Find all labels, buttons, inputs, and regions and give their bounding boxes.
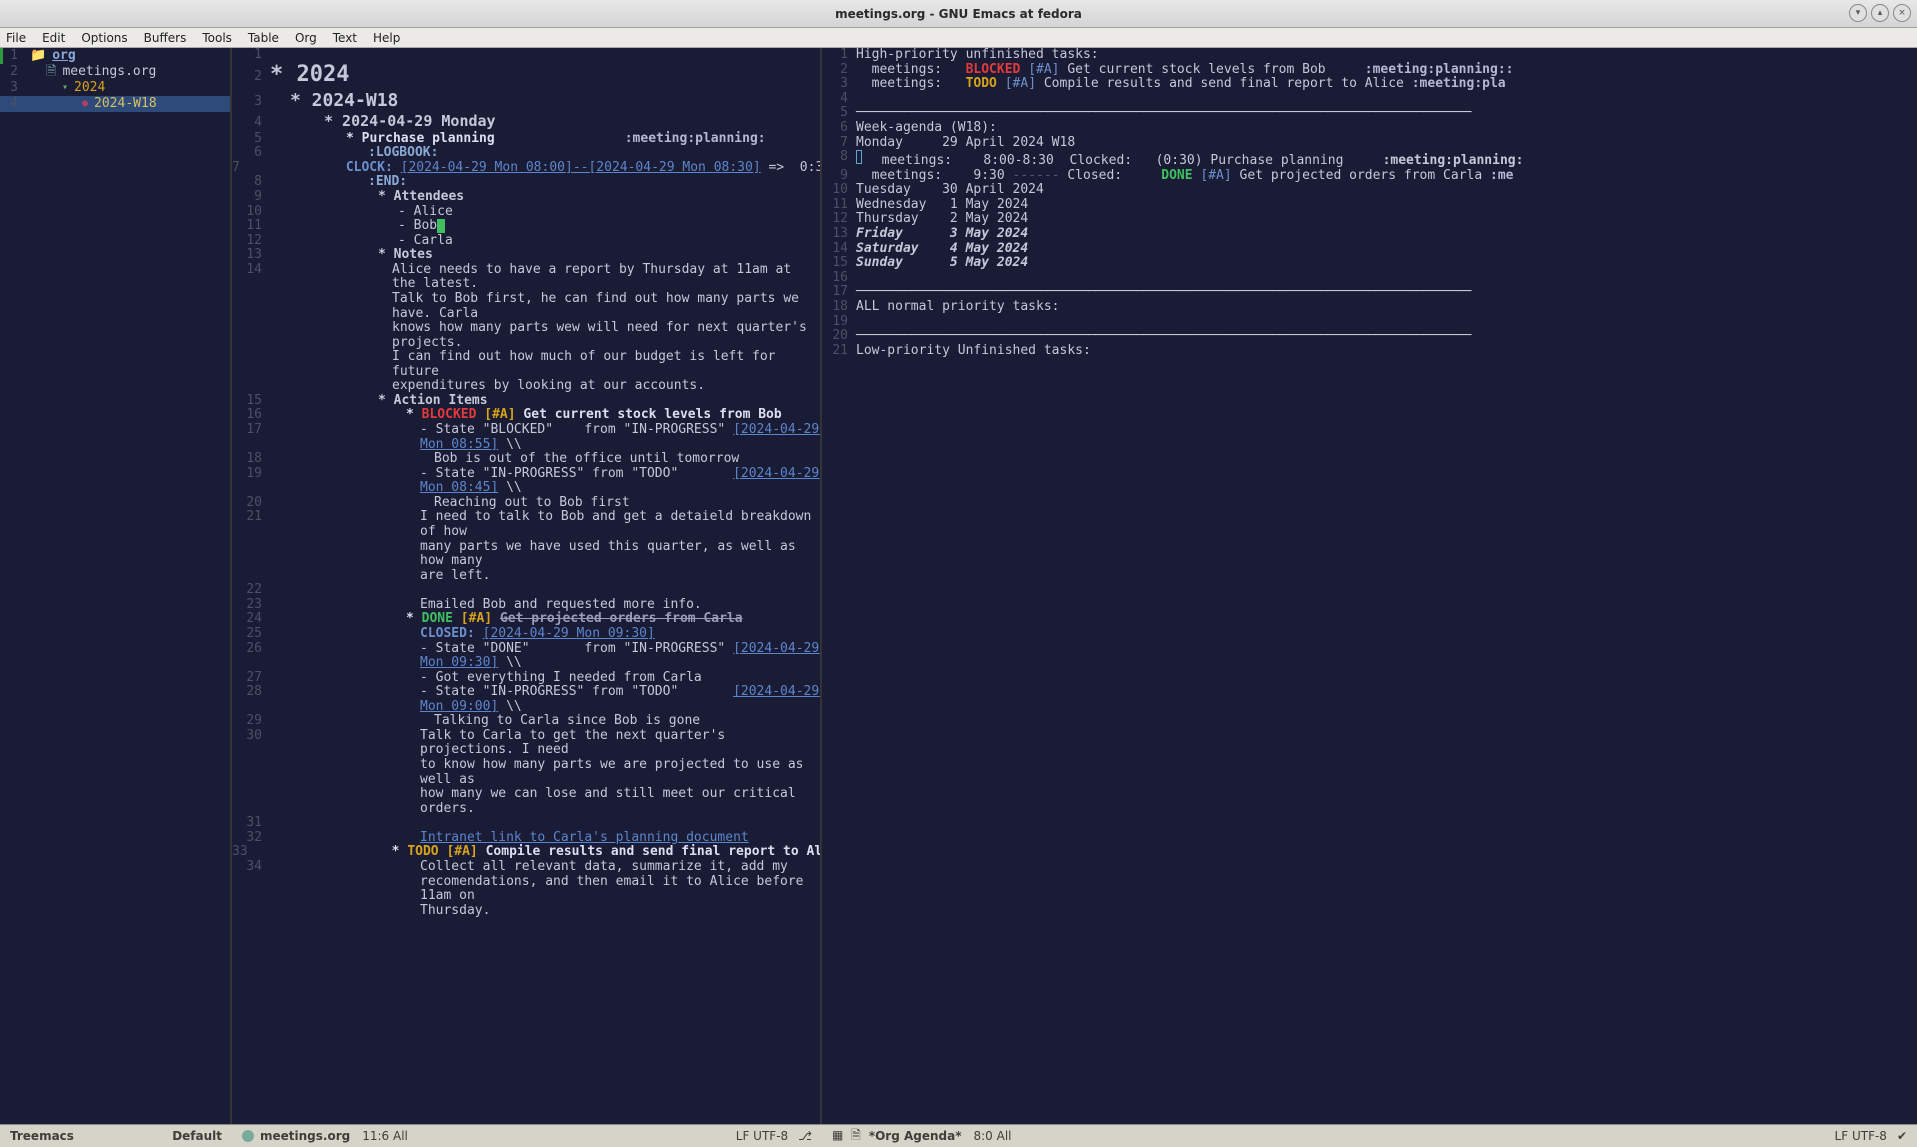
log-note: Bob is out of the office until tomorrow <box>270 452 820 467</box>
agenda-current-marker <box>856 150 862 164</box>
modeline: Treemacs Default meetings.org 11:6 All L… <box>0 1124 1917 1147</box>
agenda-separator: ────────────────────────────────────────… <box>856 106 1917 121</box>
agenda-separator: ────────────────────────────────────────… <box>856 285 1917 300</box>
agenda-day-friday[interactable]: Friday 3 May 2024 <box>856 227 1917 242</box>
heading-2024[interactable]: * 2024 <box>270 63 820 91</box>
logbook-end[interactable]: :END: <box>368 174 407 189</box>
window-title: meetings.org - GNU Emacs at fedora <box>835 7 1082 21</box>
intranet-link[interactable]: Intranet link to Carla's planning docume… <box>420 830 749 845</box>
treemacs-pane[interactable]: 1 📁 org 2 🗎 meetings.org 3 ▾ 2024 4 ● 2024-W… <box>0 48 232 1124</box>
agenda-item[interactable]: Compile results and send final report to… <box>1036 76 1412 91</box>
item-body: Talk to Carla to get the next quarter's … <box>270 729 820 816</box>
tags: :meeting:planning: <box>625 131 766 146</box>
line-number: 1 <box>0 49 26 64</box>
agenda-pane[interactable]: 1High-priority unfinished tasks: 2 meeti… <box>822 48 1917 1124</box>
menu-org[interactable]: Org <box>295 31 317 45</box>
expand-icon[interactable]: ▾ <box>62 82 68 94</box>
agenda-section-header: High-priority unfinished tasks: <box>856 48 1917 63</box>
timestamp[interactable]: [2024-04-29 Mon 09:30] <box>483 626 655 641</box>
clock-keyword: CLOCK: <box>346 160 401 175</box>
minimize-button[interactable]: ▾ <box>1849 4 1867 22</box>
cursor-position: 11:6 All <box>362 1129 408 1143</box>
agenda-ml-icons: ▦ 🗎 <box>832 1126 863 1147</box>
todo-state-done[interactable]: DONE <box>422 611 453 626</box>
timestamp[interactable]: [2024-04-29 Mon 08:00] <box>401 160 573 175</box>
tree-year[interactable]: 2024 <box>74 81 105 96</box>
notes-body: Alice needs to have a report by Thursday… <box>270 263 820 394</box>
maximize-button[interactable]: ▴ <box>1871 4 1889 22</box>
main-buffer[interactable]: 1 2* 2024 3* 2024-W18 4* 2024-04-29 Mond… <box>232 48 822 1124</box>
action-todo-title[interactable]: Compile results and send final report to… <box>486 844 822 859</box>
line-number: 4 <box>0 97 26 112</box>
menu-help[interactable]: Help <box>373 31 400 45</box>
modeline-agenda: ▦ 🗎 *Org Agenda* 8:0 All LF UTF-8 ✔ <box>822 1124 1917 1147</box>
agenda-item[interactable]: meetings: 8:00-8:30 Clocked: (0:30) Purc… <box>866 153 1383 168</box>
timestamp[interactable]: [2024-04-29 Mon 08:30] <box>588 160 760 175</box>
list-item: - Bob <box>398 218 437 233</box>
menubar[interactable]: File Edit Options Buffers Tools Table Or… <box>0 28 1917 48</box>
agenda-separator: ────────────────────────────────────────… <box>856 329 1917 344</box>
line-number: 2 <box>0 65 26 80</box>
encoding: LF UTF-8 <box>736 1129 788 1143</box>
log-note: Talking to Carla since Bob is gone <box>270 714 820 729</box>
log-note: - Got everything I needed from Carla <box>270 671 820 686</box>
todo-state-todo[interactable]: TODO <box>407 844 438 859</box>
action-blocked-title[interactable]: Get current stock levels from Bob <box>523 407 781 422</box>
todo-state-blocked[interactable]: BLOCKED <box>422 407 477 422</box>
heading-attendees[interactable]: * Attendees <box>270 190 820 205</box>
agenda-day-monday[interactable]: Monday 29 April 2024 W18 <box>856 136 1917 151</box>
menu-tools[interactable]: Tools <box>202 31 232 45</box>
modeline-main: meetings.org 11:6 All LF UTF-8 ⎇ <box>232 1124 822 1147</box>
menu-options[interactable]: Options <box>81 31 127 45</box>
buffer-name[interactable]: meetings.org <box>260 1129 350 1143</box>
tree-week[interactable]: 2024-W18 <box>94 97 157 112</box>
heading-day[interactable]: * 2024-04-29 Monday <box>270 113 820 132</box>
text-cursor <box>437 219 445 233</box>
project-root[interactable]: org <box>52 49 75 64</box>
agenda-day-wednesday[interactable]: Wednesday 1 May 2024 <box>856 198 1917 213</box>
heading-purchase[interactable]: * Purchase planning <box>346 131 495 146</box>
menu-edit[interactable]: Edit <box>42 31 65 45</box>
agenda-day-sunday[interactable]: Sunday 5 May 2024 <box>856 256 1917 271</box>
list-item: - Alice <box>270 205 820 220</box>
cursor-position: 8:0 All <box>974 1129 1012 1143</box>
menu-text[interactable]: Text <box>333 31 357 45</box>
window-buttons: ▾ ▴ × <box>1849 4 1911 22</box>
log-note: Reaching out to Bob first <box>270 496 820 511</box>
menu-file[interactable]: File <box>6 31 26 45</box>
agenda-day-thursday[interactable]: Thursday 2 May 2024 <box>856 212 1917 227</box>
window-titlebar: meetings.org - GNU Emacs at fedora ▾ ▴ × <box>0 0 1917 28</box>
agenda-section-header: Low-priority Unfinished tasks: <box>856 344 1917 359</box>
item-body: I need to talk to Bob and get a detaield… <box>270 510 820 583</box>
item-body: Collect all relevant data, summarize it,… <box>270 860 820 918</box>
agenda-section-header: ALL normal priority tasks: <box>856 300 1917 315</box>
heading-w18[interactable]: * 2024-W18 <box>270 91 820 113</box>
agenda-day-tuesday[interactable]: Tuesday 30 April 2024 <box>856 183 1917 198</box>
bullet-icon: ● <box>82 98 88 110</box>
close-button[interactable]: × <box>1893 4 1911 22</box>
vcs-icon: ⎇ <box>798 1129 812 1143</box>
heading-action-items[interactable]: * Action Items <box>270 394 820 409</box>
menu-table[interactable]: Table <box>248 31 279 45</box>
encoding: LF UTF-8 <box>1835 1129 1887 1143</box>
file-icon: 🗎 <box>46 65 56 80</box>
agenda-item[interactable]: Get projected orders from Carla <box>1232 168 1490 183</box>
agenda-week-header: Week-agenda (W18): <box>856 121 1917 136</box>
folder-icon: 📁 <box>30 49 46 64</box>
mode-icon <box>242 1130 254 1142</box>
modeline-treemacs: Treemacs Default <box>0 1124 232 1147</box>
logbook-open[interactable]: :LOGBOOK: <box>368 145 438 160</box>
heading-notes[interactable]: * Notes <box>270 248 820 263</box>
action-done-title[interactable]: Get projected orders from Carla <box>500 611 743 626</box>
list-item: - Carla <box>270 234 820 249</box>
checkmark-icon: ✔ <box>1897 1129 1907 1143</box>
agenda-day-saturday[interactable]: Saturday 4 May 2024 <box>856 242 1917 257</box>
buffer-name[interactable]: *Org Agenda* <box>869 1129 962 1143</box>
item-body: Emailed Bob and requested more info. <box>270 598 820 613</box>
tree-file[interactable]: meetings.org <box>62 65 156 80</box>
line-number: 3 <box>0 81 26 96</box>
menu-buffers[interactable]: Buffers <box>144 31 187 45</box>
agenda-item[interactable]: Get current stock levels from Bob <box>1060 62 1365 77</box>
